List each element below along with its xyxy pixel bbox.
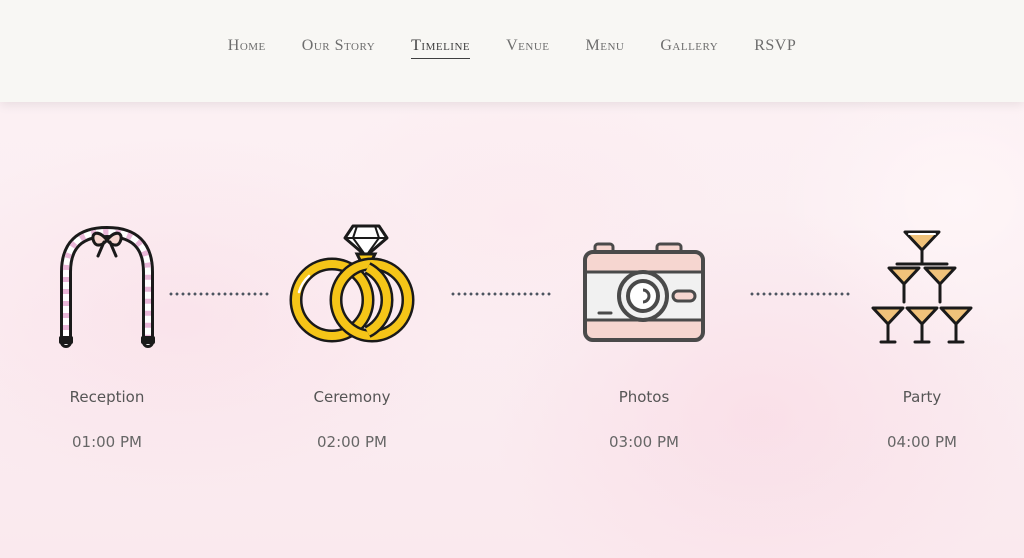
event-label: Party [902,388,942,406]
nav-item-menu[interactable]: Menu [586,37,625,59]
camera-icon [583,242,705,342]
event-time: 03:00 PM [609,433,679,451]
top-navigation-bar: Home Our Story Timeline Venue Menu Galle… [0,0,1024,102]
dotted-connector [168,292,270,296]
nav-item-our-story[interactable]: Our Story [302,37,375,59]
event-label: Photos [618,388,670,406]
dotted-connector [450,292,552,296]
event-label: Ceremony [313,388,391,406]
nav-item-rsvp[interactable]: RSVP [754,37,796,59]
nav-menu: Home Our Story Timeline Venue Menu Galle… [210,37,814,59]
nav-item-gallery[interactable]: Gallery [660,37,718,59]
wedding-rings-icon [289,224,415,343]
nav-item-timeline[interactable]: Timeline [411,37,471,59]
nav-item-venue[interactable]: Venue [506,37,549,59]
nav-item-home[interactable]: Home [228,37,266,59]
event-time: 01:00 PM [72,433,142,451]
event-label: Reception [69,388,145,406]
event-time: 02:00 PM [317,433,387,451]
event-time: 04:00 PM [887,433,957,451]
dotted-connector [749,292,851,296]
wedding-arch-icon [59,225,155,348]
champagne-tower-icon [871,230,973,344]
